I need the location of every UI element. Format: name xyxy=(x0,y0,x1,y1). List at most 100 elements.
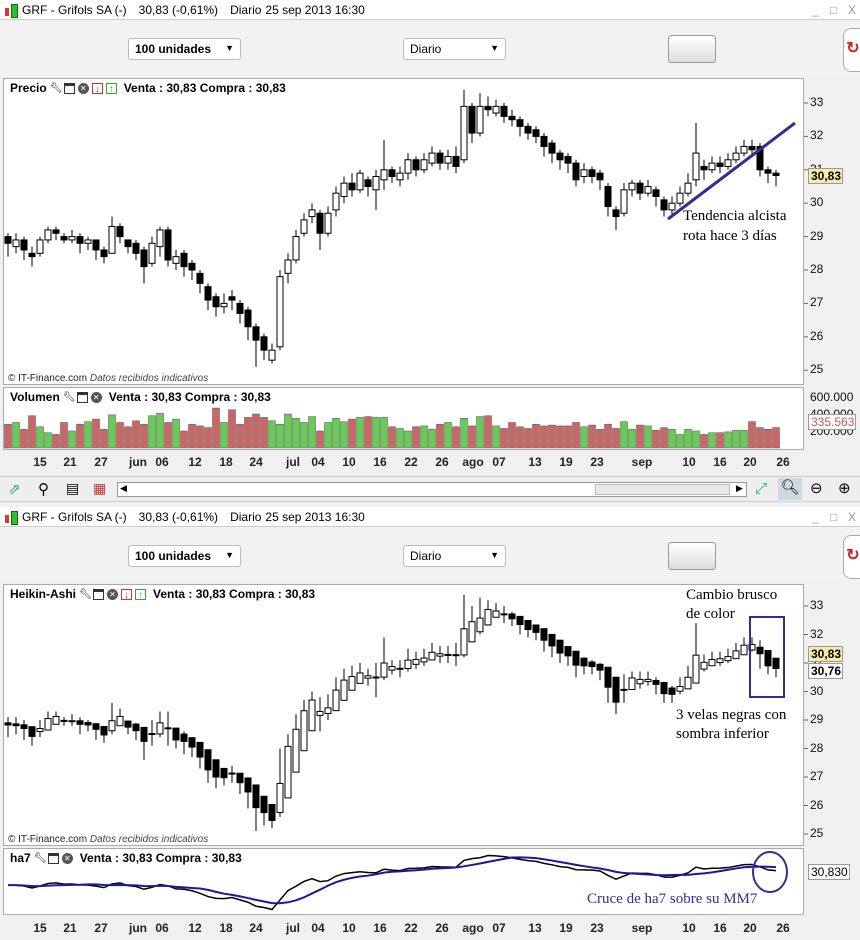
price-candle xyxy=(172,256,180,264)
price-candle xyxy=(356,172,364,191)
window-icon[interactable] xyxy=(93,588,105,600)
volume-bar xyxy=(468,425,476,449)
price-candle xyxy=(428,152,436,164)
price-candle xyxy=(468,105,476,134)
price-candle xyxy=(444,155,452,164)
volume-bar xyxy=(84,421,92,449)
price-candle xyxy=(140,249,148,268)
volume-bar xyxy=(476,416,484,449)
panel-name: Volumen xyxy=(10,390,60,404)
copyright: © IT-Finance.com Datos recibidos indicat… xyxy=(8,834,209,845)
ha-candle xyxy=(236,772,244,784)
ha-candle xyxy=(196,741,204,758)
panel-quote: Venta : 30,83 Compra : 30,83 xyxy=(108,390,271,404)
ha-candle xyxy=(484,609,492,626)
volume-bar xyxy=(212,407,220,449)
price-candle xyxy=(12,239,20,248)
volume-bar xyxy=(396,428,404,449)
arrow-down-icon[interactable]: ↓ xyxy=(121,588,133,601)
volume-bar xyxy=(436,423,444,449)
ha-candle xyxy=(12,723,20,727)
volume-bar xyxy=(324,422,332,449)
panel-name: ha7 xyxy=(10,851,31,865)
ha-candle xyxy=(388,666,396,671)
wrench-icon[interactable]: 🔧︎ xyxy=(79,589,92,600)
volume-bar xyxy=(556,425,564,449)
volume-bar xyxy=(596,429,604,449)
ha-candle xyxy=(596,663,604,671)
wrench-icon[interactable]: 🔧︎ xyxy=(50,83,63,94)
volume-bar xyxy=(172,418,180,449)
volume-bar xyxy=(52,434,60,449)
volume-bar xyxy=(284,413,292,449)
volume-bar xyxy=(748,421,756,449)
volume-bar xyxy=(148,415,156,449)
price-candle xyxy=(396,172,404,181)
ha-candle xyxy=(284,745,292,799)
volume-bar xyxy=(732,429,740,449)
price-candle xyxy=(700,165,708,171)
volume-bar xyxy=(540,425,548,449)
price-candle xyxy=(44,229,52,241)
ha-candle xyxy=(116,715,124,727)
ha-candle xyxy=(100,726,108,736)
volume-bar xyxy=(116,422,124,449)
price-candle xyxy=(388,169,396,177)
price-candle xyxy=(652,189,660,198)
price-candle xyxy=(228,296,236,301)
panel-name: Precio xyxy=(10,81,47,95)
price-candle xyxy=(740,145,748,154)
highlight-circle xyxy=(752,851,788,893)
ha-candle xyxy=(372,676,380,679)
price-candle xyxy=(324,212,332,234)
window-icon[interactable] xyxy=(47,852,59,864)
price-candle xyxy=(724,159,732,167)
price-candle xyxy=(596,172,604,181)
ha-candle xyxy=(444,653,452,656)
ha-candle xyxy=(172,727,180,741)
wrench-icon[interactable]: 🔧︎ xyxy=(34,853,47,864)
price-candle xyxy=(308,209,316,218)
close-icon[interactable]: ✕ xyxy=(90,391,102,403)
arrow-down-icon[interactable]: ↓ xyxy=(91,82,103,95)
close-icon[interactable]: ✕ xyxy=(77,82,89,94)
ha-candle xyxy=(60,719,68,722)
price-candle xyxy=(516,119,524,127)
volume-bar xyxy=(132,420,140,449)
price-candle xyxy=(580,169,588,177)
ha-candle xyxy=(340,679,348,701)
volume-bar xyxy=(292,418,300,449)
price-candle xyxy=(692,152,700,181)
volume-bar xyxy=(700,434,708,449)
window-icon[interactable] xyxy=(76,391,88,403)
ha-candle xyxy=(476,617,484,633)
close-icon[interactable]: ✕ xyxy=(61,852,73,864)
arrow-up-icon[interactable]: ↑ xyxy=(105,82,117,95)
ha-candle xyxy=(300,710,308,752)
price-candle xyxy=(76,236,84,244)
price-candle xyxy=(268,349,276,361)
price-candle xyxy=(772,172,780,176)
volume-bar xyxy=(716,432,724,449)
volume-bar xyxy=(36,426,44,449)
window-icon[interactable] xyxy=(63,82,75,94)
volume-bar xyxy=(444,422,452,449)
wrench-icon[interactable]: 🔧︎ xyxy=(63,392,76,403)
volume-bar xyxy=(572,422,580,449)
volume-bar xyxy=(60,422,68,449)
ha-candle xyxy=(436,653,444,657)
ha-candle xyxy=(508,613,516,620)
price-candle xyxy=(532,129,540,137)
volume-bar xyxy=(372,417,380,449)
arrow-up-icon[interactable]: ↑ xyxy=(135,588,147,601)
price-candle xyxy=(572,162,580,181)
price-candle xyxy=(404,159,412,174)
ha-candle xyxy=(524,619,532,631)
volume-bar xyxy=(588,424,596,449)
price-candle xyxy=(148,242,156,264)
price-candle xyxy=(732,152,740,161)
close-icon[interactable]: ✕ xyxy=(107,588,119,600)
ha-candle xyxy=(716,658,724,664)
ha-candle xyxy=(356,672,364,684)
annotation-text: Tendencia alcista xyxy=(683,208,787,224)
